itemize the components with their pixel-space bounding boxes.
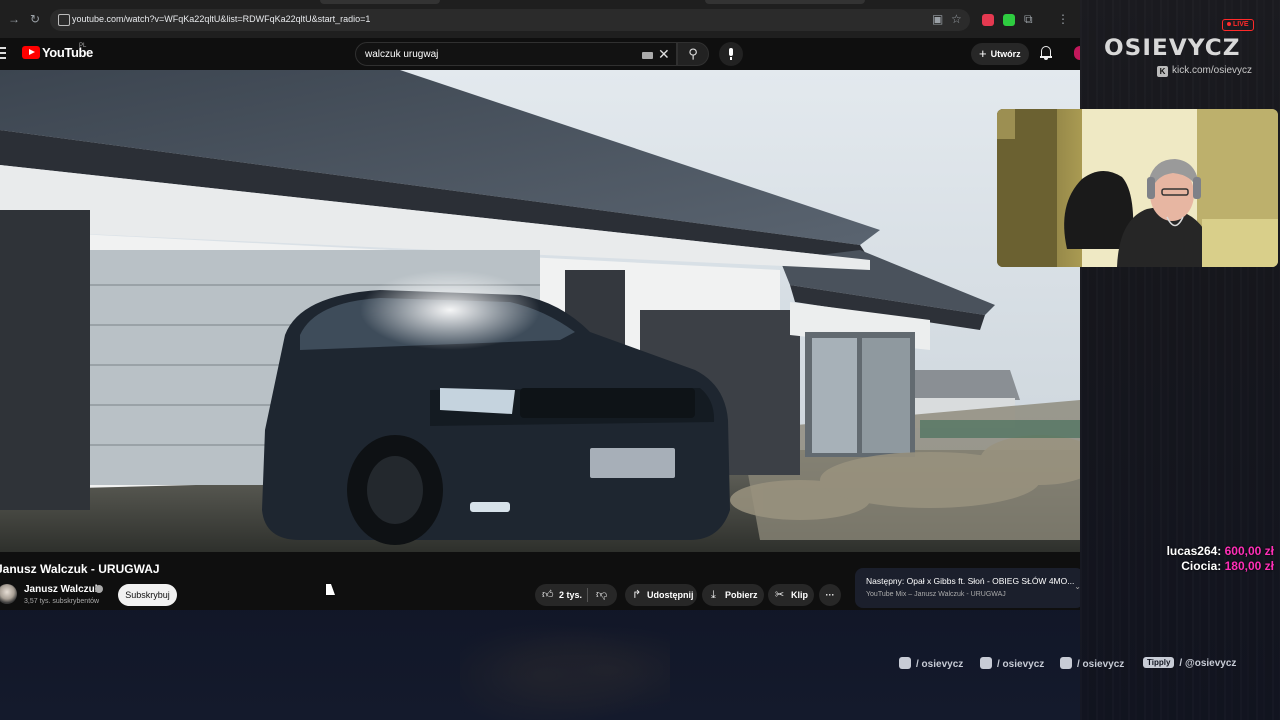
tipply-badge: Tipply — [1143, 657, 1175, 668]
like-icon[interactable]: 👍︎ — [542, 584, 554, 606]
like-dislike-group: 👍︎ 2 tys. 👎︎ — [535, 584, 617, 606]
download-button[interactable]: ⤓ Pobierz — [702, 584, 764, 606]
search-input[interactable]: walczuk urugwaj ✕ — [355, 42, 677, 66]
mouse-cursor-icon — [326, 584, 335, 595]
stream-side-panel — [1080, 0, 1280, 720]
instagram-icon — [899, 657, 911, 669]
browser-tab[interactable] — [705, 0, 865, 4]
youtube-icon — [1060, 657, 1072, 669]
video-info: Janusz Walczuk - URUGWAJ Janusz Walczuk … — [0, 552, 1084, 610]
background-decoration — [460, 610, 670, 720]
like-count[interactable]: 2 tys. — [559, 584, 582, 606]
extension-icon[interactable] — [1003, 14, 1015, 26]
notifications-bell-icon[interactable] — [1040, 46, 1052, 60]
live-dot-icon — [1227, 22, 1231, 26]
browser-tab[interactable] — [320, 0, 440, 4]
plus-icon: + — [979, 46, 987, 61]
create-button[interactable]: + Utwórz — [971, 43, 1029, 65]
share-icon: ↱ — [632, 589, 642, 601]
clear-search-icon[interactable]: ✕ — [658, 46, 670, 63]
streamer-brand: OSIEVYCZ — [1104, 36, 1241, 61]
clip-button[interactable]: ✂ Klip — [768, 584, 814, 606]
address-url: youtube.com/watch?v=WFqKa22qltU&list=RDW… — [72, 14, 371, 24]
extensions-puzzle-icon[interactable]: ⧉ — [1024, 12, 1033, 26]
more-actions-button[interactable]: ··· — [819, 584, 841, 606]
scissors-icon: ✂ — [775, 589, 785, 601]
channel-avatar[interactable] — [0, 584, 17, 604]
next-video-card[interactable]: Następny: Opał x Gibbs ft. Słoń - OBIEG … — [855, 568, 1084, 608]
live-badge: LIVE — [1222, 19, 1254, 31]
share-button[interactable]: ↱ Udostępnij — [625, 584, 697, 606]
voice-search-icon[interactable] — [719, 42, 743, 66]
video-player[interactable] — [0, 70, 1080, 552]
search-button[interactable]: ⚲ — [677, 42, 709, 66]
search-query: walczuk urugwaj — [365, 49, 439, 60]
extension-icon[interactable] — [982, 14, 994, 26]
social-tipply: Tipply / @osievycz — [1143, 657, 1236, 669]
kick-channel-link: Kkick.com/osievycz — [1157, 65, 1252, 77]
webcam-feed — [997, 109, 1278, 267]
install-app-icon[interactable]: ▣ — [932, 12, 943, 26]
more-icon[interactable]: ⋮ — [1057, 12, 1069, 26]
channel-name[interactable]: Janusz Walczuk — [24, 584, 100, 595]
donation-entry: Ciocia: 180,00 zł — [1181, 559, 1274, 573]
subscriber-count: 3,57 tys. subskrybentów — [24, 598, 100, 605]
youtube-logo-icon[interactable] — [22, 46, 40, 59]
search-icon: ⚲ — [688, 46, 698, 61]
forward-icon[interactable]: → — [8, 12, 20, 26]
social-tiktok: / osievycz — [980, 657, 1044, 670]
stream-screen: → ↻ youtube.com/watch?v=WFqKa22qltU&list… — [0, 0, 1280, 720]
kick-icon: K — [1157, 66, 1168, 77]
reload-icon[interactable]: ↻ — [30, 12, 40, 26]
country-code: PL — [79, 43, 87, 49]
download-icon: ⤓ — [711, 589, 716, 601]
tiktok-icon — [980, 657, 992, 669]
social-youtube: / osievycz — [1060, 657, 1124, 670]
video-title: Janusz Walczuk - URUGWAJ — [0, 562, 160, 576]
subscribe-button[interactable]: Subskrybuj — [118, 584, 177, 606]
webcam-image — [997, 109, 1278, 267]
keyboard-icon[interactable] — [642, 52, 653, 59]
site-info-icon[interactable] — [58, 14, 70, 26]
more-horizontal-icon: ··· — [825, 590, 835, 600]
browser-toolbar: → ↻ youtube.com/watch?v=WFqKa22qltU&list… — [0, 0, 1080, 38]
next-video-title: Następny: Opał x Gibbs ft. Słoń - OBIEG … — [866, 576, 1075, 586]
social-instagram: / osievycz — [899, 657, 963, 670]
dislike-icon[interactable]: 👎︎ — [596, 584, 607, 606]
video-frame-image — [0, 70, 1080, 552]
next-video-playlist: YouTube Mix – Janusz Walczuk - URUGWAJ — [866, 591, 1006, 598]
menu-icon[interactable] — [0, 47, 6, 59]
youtube-header: YouTube PL walczuk urugwaj ✕ ⚲ + Utwórz — [0, 38, 1086, 70]
donation-entry: lucas264: 600,00 zł — [1166, 544, 1274, 558]
verified-icon — [95, 585, 103, 593]
address-bar[interactable]: youtube.com/watch?v=WFqKa22qltU&list=RDW… — [50, 9, 970, 31]
bookmark-star-icon[interactable]: ☆ — [951, 12, 962, 26]
